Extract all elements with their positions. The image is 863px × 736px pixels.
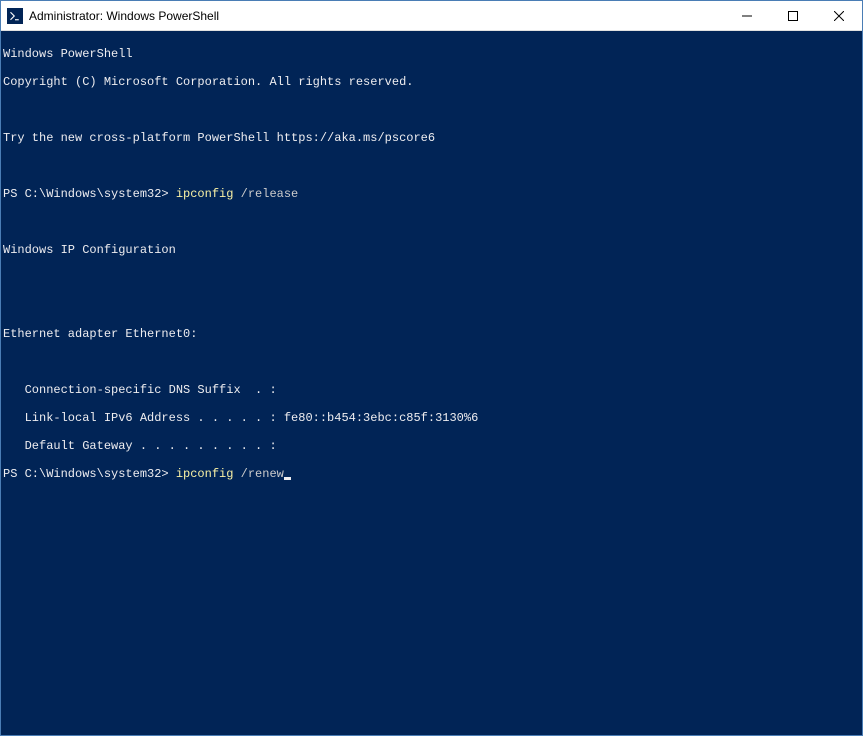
- terminal-text: Try the new cross-platform PowerShell ht…: [3, 131, 435, 145]
- command-arg: /renew: [241, 467, 284, 481]
- output-text: Link-local IPv6 Address . . . . . : fe80…: [3, 411, 478, 425]
- minimize-button[interactable]: [724, 1, 770, 30]
- command-arg: /release: [241, 187, 299, 201]
- command: ipconfig: [176, 187, 241, 201]
- output-text: Default Gateway . . . . . . . . . :: [3, 439, 277, 453]
- terminal-text: Copyright (C) Microsoft Corporation. All…: [3, 75, 413, 89]
- prompt: PS C:\Windows\system32>: [3, 187, 176, 201]
- output-text: Windows IP Configuration: [3, 243, 176, 257]
- powershell-window: Administrator: Windows PowerShell Window…: [0, 0, 863, 736]
- output-text: Ethernet adapter Ethernet0:: [3, 327, 197, 341]
- close-button[interactable]: [816, 1, 862, 30]
- powershell-icon: [7, 8, 23, 24]
- window-title: Administrator: Windows PowerShell: [29, 9, 724, 23]
- window-controls: [724, 1, 862, 30]
- output-text: Connection-specific DNS Suffix . :: [3, 383, 277, 397]
- prompt: PS C:\Windows\system32>: [3, 467, 176, 481]
- terminal-text: Windows PowerShell: [3, 47, 133, 61]
- command: ipconfig: [176, 467, 241, 481]
- maximize-button[interactable]: [770, 1, 816, 30]
- terminal-area[interactable]: Windows PowerShell Copyright (C) Microso…: [1, 31, 862, 735]
- cursor: [284, 477, 291, 480]
- titlebar[interactable]: Administrator: Windows PowerShell: [1, 1, 862, 31]
